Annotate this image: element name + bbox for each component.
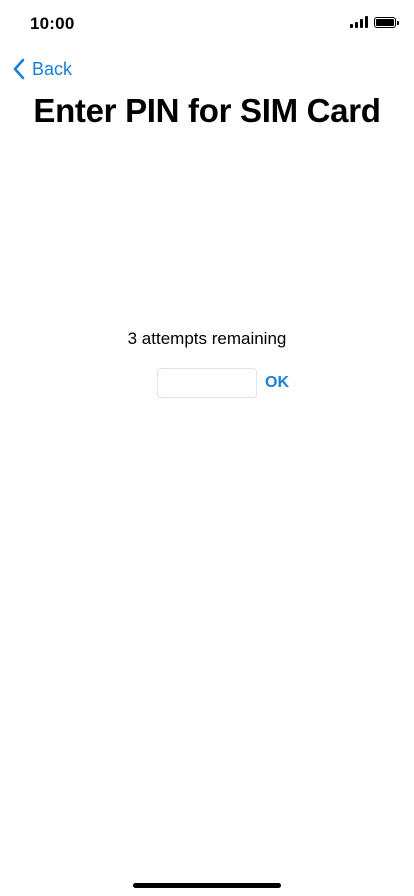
cellular-signal-icon: [350, 16, 368, 28]
pin-input[interactable]: [157, 368, 257, 398]
battery-icon: [374, 16, 399, 28]
back-button[interactable]: Back: [12, 58, 72, 80]
chevron-left-icon: [13, 58, 25, 80]
battery-fill: [376, 18, 394, 26]
home-indicator[interactable]: [133, 883, 281, 888]
back-label: Back: [32, 58, 73, 79]
pin-entry-row: OK: [157, 368, 289, 398]
status-icons: [350, 16, 399, 28]
status-bar: 10:00: [0, 0, 414, 48]
status-time: 10:00: [30, 14, 75, 33]
ok-button[interactable]: OK: [265, 374, 289, 392]
page-title: Enter PIN for SIM Card: [33, 92, 381, 129]
attempts-remaining-text: 3 attempts remaining: [127, 329, 287, 348]
